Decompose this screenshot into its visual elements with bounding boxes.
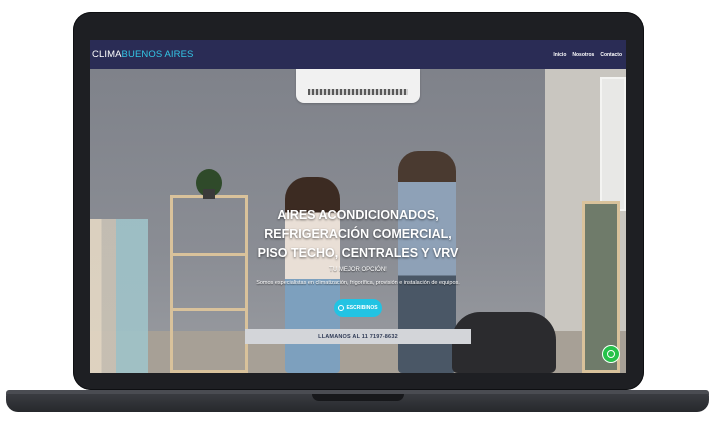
ac-vent bbox=[308, 89, 408, 95]
hero-title-line: AIRES ACONDICIONADOS, bbox=[277, 208, 439, 222]
nav-link-contacto[interactable]: Contacto bbox=[600, 52, 622, 58]
call-bar[interactable]: LLAMANOS AL 11 7197-8632 bbox=[245, 329, 471, 344]
browser-viewport: CLIMABUENOS AIRES Inicio Nosotros Contac… bbox=[90, 40, 626, 373]
hero-description: Somos especialistas en climatización, fr… bbox=[256, 280, 460, 286]
escribinos-button[interactable]: ESCRIBINOS bbox=[334, 299, 382, 317]
nav-menu: Inicio Nosotros Contacto bbox=[553, 52, 622, 58]
hero-title: AIRES ACONDICIONADOS, REFRIGERACIÓN COME… bbox=[250, 206, 466, 263]
laptop-notch bbox=[312, 394, 404, 401]
whatsapp-icon bbox=[338, 305, 345, 311]
navbar: CLIMABUENOS AIRES Inicio Nosotros Contac… bbox=[90, 40, 626, 69]
hero-title-line: PISO TECHO, CENTRALES Y VRV bbox=[257, 246, 459, 260]
photo-clothes-rack bbox=[90, 219, 148, 373]
hero-title-line: REFRIGERACIÓN COMERCIAL, bbox=[264, 227, 452, 241]
whatsapp-icon bbox=[607, 350, 615, 358]
nav-link-inicio[interactable]: Inicio bbox=[553, 52, 566, 58]
shelf-board bbox=[173, 308, 245, 311]
shelf-board bbox=[173, 253, 245, 256]
escribinos-label: ESCRIBINOS bbox=[346, 305, 378, 311]
photo-window bbox=[600, 77, 626, 211]
whatsapp-float-button[interactable] bbox=[602, 345, 620, 363]
nav-link-nosotros[interactable]: Nosotros bbox=[572, 52, 594, 58]
air-conditioner-unit bbox=[296, 69, 420, 103]
brand-logo[interactable]: CLIMABUENOS AIRES bbox=[92, 49, 194, 60]
brand-prefix: CLIMA bbox=[92, 49, 122, 60]
brand-accent: BUENOS AIRES bbox=[121, 49, 194, 60]
photo-pot bbox=[203, 189, 215, 199]
hero-subtitle: TU MEJOR OPCIÓN! bbox=[329, 267, 387, 273]
